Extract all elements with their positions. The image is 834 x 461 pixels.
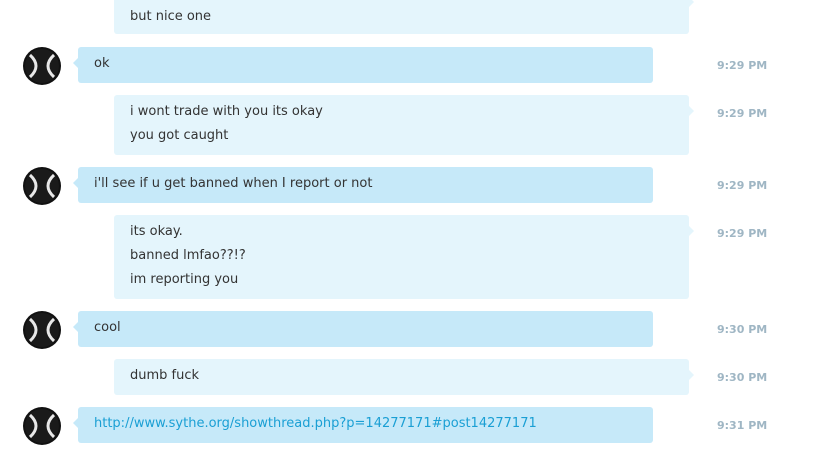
contact-avatar-icon[interactable] (23, 47, 61, 85)
message-timestamp: 9:30 PM (717, 371, 768, 384)
contact-avatar-icon[interactable] (23, 311, 61, 349)
message-link[interactable]: http://www.sythe.org/showthread.php?p=14… (94, 417, 637, 431)
message-timestamp: 9:31 PM (717, 419, 768, 432)
contact-avatar-icon[interactable] (23, 407, 61, 445)
message-text: but nice one (130, 9, 212, 24)
message-timestamp: 9:29 PM (717, 179, 768, 192)
incoming-message-bubble[interactable]: cool (73, 311, 653, 347)
message-text: cool (94, 320, 121, 335)
message-text: i'll see if u get banned when I report o… (94, 176, 373, 191)
message-timestamp: 9:30 PM (717, 323, 768, 336)
message-text: its okay. (130, 224, 183, 239)
message-text: dumb fuck (130, 368, 200, 383)
outgoing-message-bubble[interactable]: i wont trade with you its okay you got c… (114, 95, 694, 155)
message-text: i wont trade with you its okay (130, 104, 323, 119)
outgoing-message-bubble[interactable]: its okay. banned lmfao??!? im reporting … (114, 215, 694, 299)
message-timestamp: 9:29 PM (717, 227, 768, 240)
message-text: banned lmfao??!? (130, 248, 246, 263)
incoming-message-bubble[interactable]: ok (73, 47, 653, 83)
incoming-message-bubble[interactable]: i'll see if u get banned when I report o… (73, 167, 653, 203)
incoming-message-bubble[interactable]: http://www.sythe.org/showthread.php?p=14… (73, 407, 653, 443)
outgoing-message-bubble[interactable]: dumb fuck (114, 359, 694, 395)
contact-avatar-icon[interactable] (23, 167, 61, 205)
message-text: im reporting you (130, 272, 239, 287)
message-text: you got caught (130, 128, 229, 143)
message-timestamp: 9:29 PM (717, 107, 768, 120)
message-timestamp: 9:29 PM (717, 59, 768, 72)
outgoing-message-bubble[interactable]: but nice one (114, 0, 694, 34)
message-text: ok (94, 56, 110, 71)
